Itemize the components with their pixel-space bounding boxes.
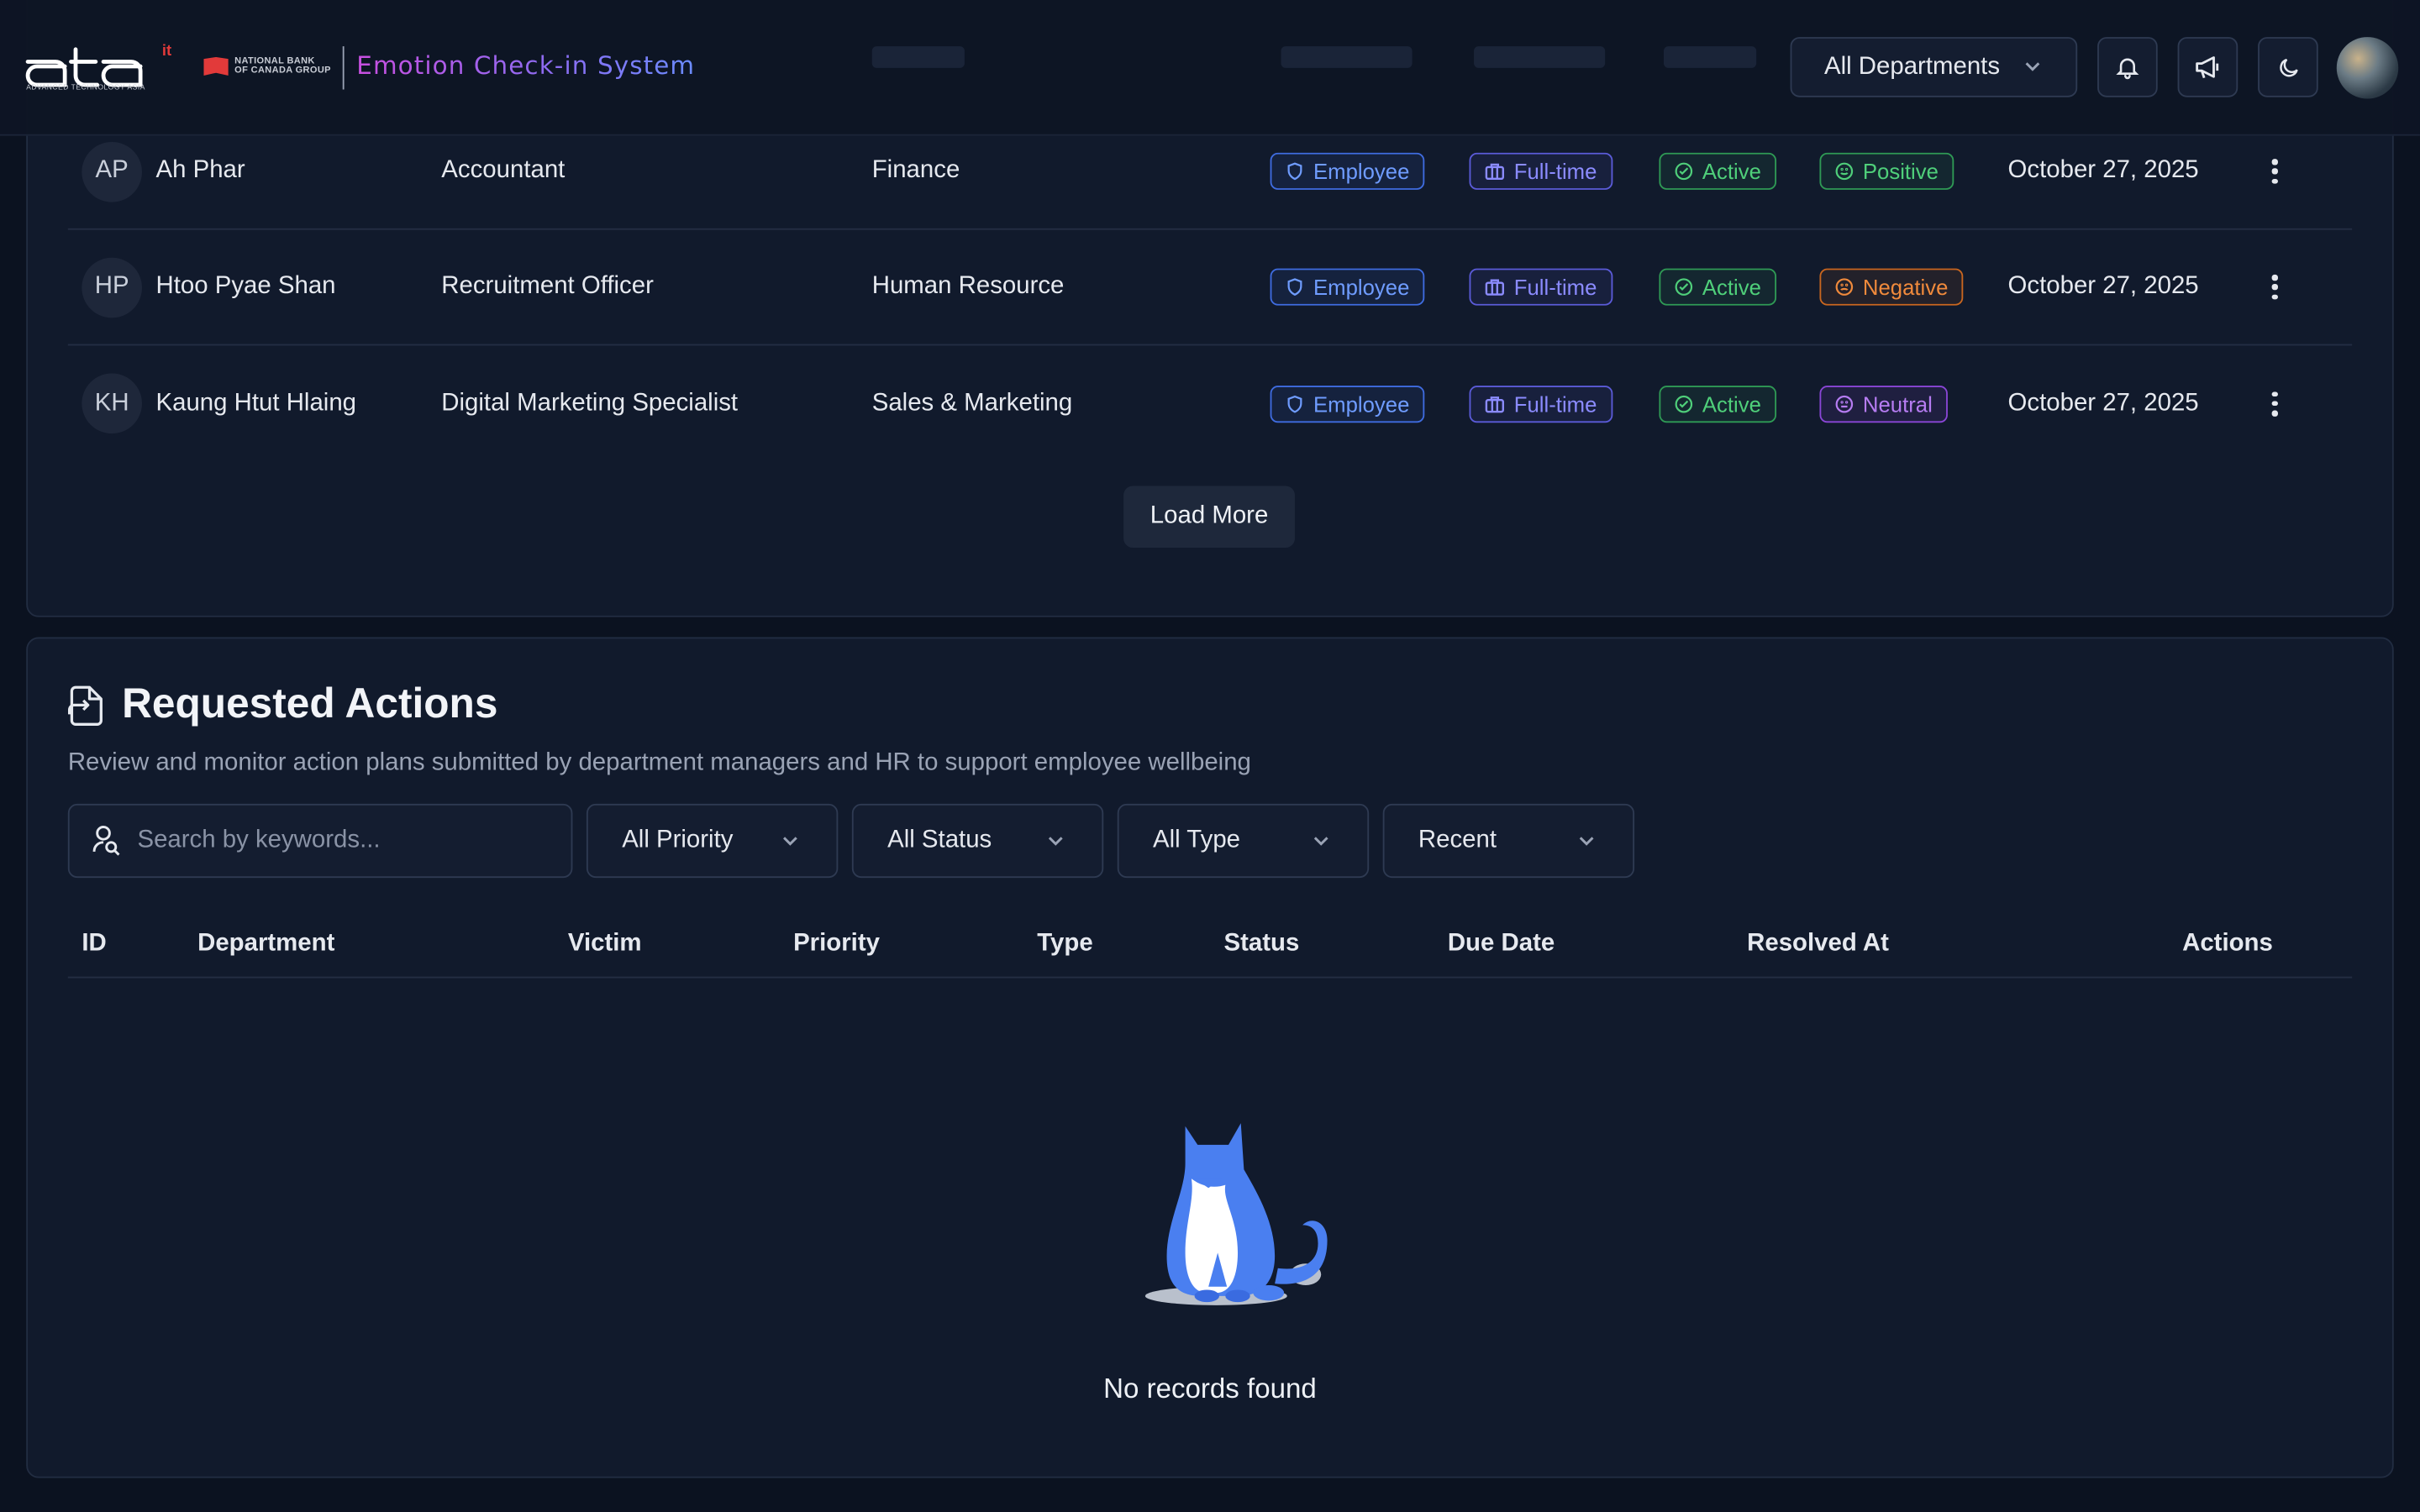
- avatar: HP: [82, 256, 142, 318]
- employee-department: Finance: [871, 157, 960, 184]
- row-menu-button[interactable]: [2265, 271, 2284, 302]
- briefcase-icon: [1485, 396, 1504, 412]
- section-title: Requested Actions: [122, 680, 498, 727]
- load-more-button[interactable]: Load More: [1123, 486, 1295, 549]
- column-header-actions: Actions: [2182, 930, 2273, 957]
- section-subtitle: Review and monitor action plans submitte…: [67, 749, 1251, 776]
- frown-icon: [1835, 278, 1854, 296]
- employee-name: Ah Phar: [155, 157, 245, 184]
- empty-state-message: No records found: [1103, 1373, 1317, 1404]
- notifications-button[interactable]: [2097, 37, 2158, 97]
- empty-state-cat-illustration: [1144, 1123, 1328, 1305]
- table-row: KH Kaung Htut Hlaing Digital Marketing S…: [68, 345, 2352, 461]
- bell-icon: [2116, 58, 2139, 80]
- search-input[interactable]: Search by keywords...: [67, 803, 573, 879]
- user-avatar[interactable]: [2336, 37, 2399, 99]
- employment-badge: Full-time: [1469, 152, 1612, 190]
- status-badge: Active: [1659, 152, 1777, 190]
- column-header-department[interactable]: Department: [197, 931, 334, 958]
- column-header-id[interactable]: ID: [82, 931, 106, 958]
- type-badge: Employee: [1270, 385, 1425, 423]
- avatar: AP: [82, 141, 142, 202]
- megaphone-icon: [2196, 56, 2219, 79]
- avatar: KH: [82, 373, 142, 434]
- file-export-icon: [67, 685, 103, 726]
- hidden-header-cell: [1663, 46, 1757, 68]
- checkin-date: October 27, 2025: [2007, 157, 2199, 184]
- type-badge: Employee: [1270, 268, 1425, 306]
- top-navigation-bar: it ADVANCED TECHNOLOGY ASIA NATIONAL BAN…: [0, 0, 2420, 136]
- column-header-status[interactable]: Status: [1224, 931, 1300, 958]
- employee-department: Human Resource: [871, 273, 1065, 300]
- hidden-header-cell: [871, 46, 965, 68]
- chevron-down-icon: [1313, 837, 1328, 846]
- employee-role: Recruitment Officer: [441, 273, 654, 300]
- department-filter-select[interactable]: All Departments: [1790, 37, 2078, 97]
- emotion-badge: Positive: [1819, 152, 1954, 190]
- moon-icon: [2279, 57, 2297, 76]
- smile-icon: [1835, 162, 1854, 181]
- employment-badge: Full-time: [1469, 268, 1612, 306]
- emotion-badge: Negative: [1819, 268, 1964, 306]
- briefcase-icon: [1485, 279, 1504, 296]
- hidden-header-cell: [1281, 46, 1413, 68]
- chevron-down-icon: [1048, 837, 1063, 846]
- shield-icon: [1287, 162, 1302, 181]
- row-menu-button[interactable]: [2265, 388, 2284, 419]
- search-placeholder: Search by keywords...: [137, 827, 381, 853]
- type-badge: Employee: [1270, 152, 1425, 190]
- checkin-date: October 27, 2025: [2007, 273, 2199, 300]
- column-header-type[interactable]: Type: [1037, 931, 1092, 958]
- check-circle-icon: [1675, 162, 1693, 181]
- briefcase-icon: [1485, 163, 1504, 181]
- status-badge: Active: [1659, 385, 1777, 423]
- row-menu-button[interactable]: [2265, 156, 2284, 187]
- logo-tagline: ADVANCED TECHNOLOGY ASIA: [26, 83, 145, 92]
- partner-logo: NATIONAL BANK OF CANADA GROUP: [203, 56, 331, 76]
- priority-filter-select[interactable]: All Priority: [586, 803, 839, 879]
- column-header-resolved-at[interactable]: Resolved At: [1747, 931, 1889, 958]
- announcements-button[interactable]: [2177, 37, 2238, 97]
- employment-badge: Full-time: [1469, 385, 1612, 423]
- checkin-date: October 27, 2025: [2007, 389, 2199, 416]
- chevron-down-icon: [2025, 62, 2040, 71]
- theme-toggle-button[interactable]: [2258, 37, 2318, 97]
- employee-department: Sales & Marketing: [871, 389, 1073, 416]
- column-header-victim[interactable]: Victim: [568, 931, 642, 958]
- flag-icon: [203, 56, 229, 76]
- employee-role: Accountant: [441, 157, 566, 184]
- column-header-priority[interactable]: Priority: [793, 931, 880, 958]
- status-badge: Active: [1659, 268, 1777, 306]
- neutral-face-icon: [1835, 395, 1854, 412]
- status-filter-select[interactable]: All Status: [851, 803, 1104, 879]
- shield-icon: [1287, 278, 1302, 297]
- employee-role: Digital Marketing Specialist: [441, 389, 739, 416]
- check-circle-icon: [1675, 395, 1693, 412]
- employee-name: Kaung Htut Hlaing: [155, 389, 357, 416]
- header-divider: [342, 46, 345, 90]
- system-title: Emotion Check-in System: [356, 50, 696, 81]
- shield-icon: [1287, 394, 1302, 412]
- chevron-down-icon: [783, 837, 797, 846]
- table-header-divider: [67, 976, 2353, 979]
- hidden-header-cell: [1474, 46, 1606, 68]
- type-filter-select[interactable]: All Type: [1117, 803, 1370, 879]
- table-row: HP Htoo Pyae Shan Recruitment Officer Hu…: [67, 230, 2353, 346]
- check-circle-icon: [1675, 278, 1693, 296]
- emotion-badge: Neutral: [1819, 385, 1949, 423]
- sort-select[interactable]: Recent: [1382, 803, 1635, 879]
- user-search-icon: [92, 826, 120, 856]
- column-header-due-date[interactable]: Due Date: [1448, 931, 1555, 958]
- employee-name: Htoo Pyae Shan: [155, 273, 336, 300]
- chevron-down-icon: [1579, 837, 1594, 846]
- logo-superscript: it: [161, 43, 172, 60]
